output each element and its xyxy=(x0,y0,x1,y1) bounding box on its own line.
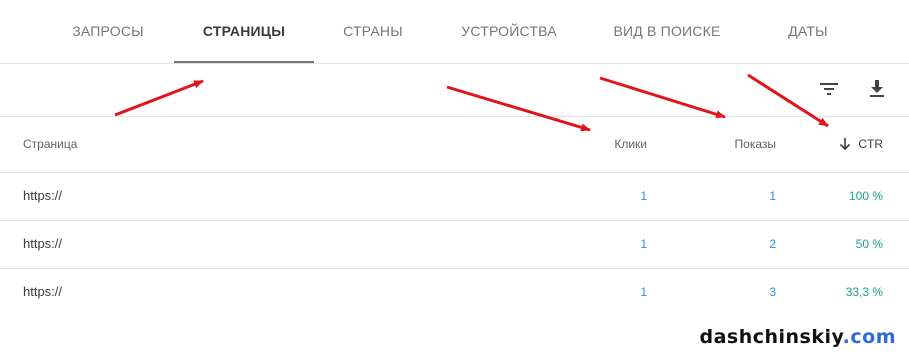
header-clicks[interactable]: Клики xyxy=(614,117,647,171)
cell-ctr: 100 % xyxy=(848,189,883,203)
cell-clicks: 1 xyxy=(640,189,647,203)
table-row[interactable]: https:// 1 2 50 % xyxy=(0,221,909,269)
cell-page[interactable]: https:// xyxy=(23,269,62,315)
table-row[interactable]: https:// 1 1 100 % xyxy=(0,173,909,221)
cell-impressions: 3 xyxy=(769,285,776,299)
cell-ctr: 33,3 % xyxy=(845,285,883,299)
tab-devices[interactable]: УСТРОЙСТВА xyxy=(444,0,574,63)
tab-pages[interactable]: СТРАНИЦЫ xyxy=(174,0,314,63)
cell-page[interactable]: https:// xyxy=(23,221,62,267)
cell-page[interactable]: https:// xyxy=(23,173,62,219)
tab-search-appearance[interactable]: ВИД В ПОИСКЕ xyxy=(596,0,738,63)
filter-icon[interactable] xyxy=(816,76,842,102)
header-ctr[interactable]: CTR xyxy=(858,117,883,171)
download-icon[interactable] xyxy=(864,76,890,102)
cell-clicks: 1 xyxy=(640,237,647,251)
cell-ctr: 50 % xyxy=(855,237,883,251)
cell-clicks: 1 xyxy=(640,285,647,299)
watermark-tld: .com xyxy=(842,326,896,348)
header-impressions[interactable]: Показы xyxy=(735,117,776,171)
tab-countries[interactable]: СТРАНЫ xyxy=(318,0,428,63)
cell-impressions: 2 xyxy=(769,237,776,251)
table-row[interactable]: https:// 1 3 33,3 % xyxy=(0,269,909,316)
table-toolbar xyxy=(0,64,909,117)
arrow-down-icon[interactable] xyxy=(839,137,851,151)
header-page[interactable]: Страница xyxy=(23,117,77,171)
cell-impressions: 1 xyxy=(769,189,776,203)
tab-bar: ЗАПРОСЫ СТРАНИЦЫ СТРАНЫ УСТРОЙСТВА ВИД В… xyxy=(0,0,909,64)
tab-queries[interactable]: ЗАПРОСЫ xyxy=(52,0,164,63)
table-header: Страница Клики Показы CTR xyxy=(0,117,909,173)
tab-dates[interactable]: ДАТЫ xyxy=(760,0,856,63)
watermark: dashchinskiy.com xyxy=(699,326,896,348)
watermark-name: dashchinskiy xyxy=(699,326,843,348)
